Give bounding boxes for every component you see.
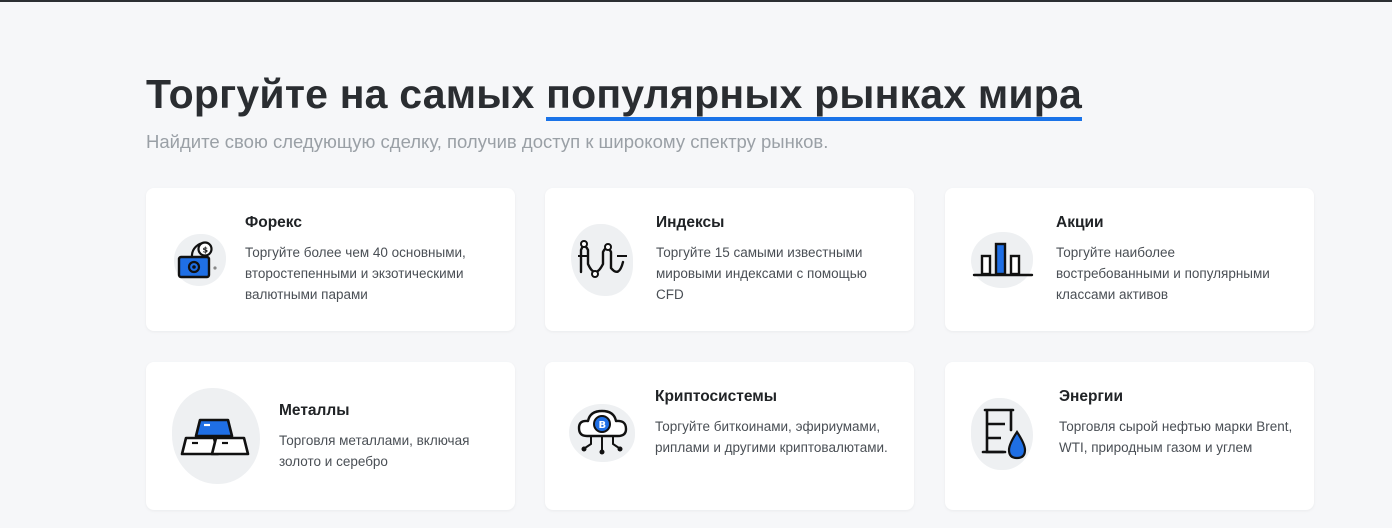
markets-section: Торгуйте на самых популярных рынках мира… [0,0,1392,528]
market-card-forex[interactable]: $ Форекс Торгуйте более чем 40 основными… [146,188,515,331]
money-cash-icon: $ [177,241,217,279]
card-title: Криптосистемы [655,388,777,405]
bar-chart-icon [972,242,1034,277]
svg-text:$: $ [203,246,209,255]
svg-text:B: B [599,420,607,431]
title-highlight: популярных рынках мира [546,71,1083,121]
card-title: Индексы [656,214,725,231]
market-card-indices[interactable]: Индексы Торгуйте 15 самыми известными ми… [545,188,914,331]
crypto-cloud-icon: B [577,409,628,455]
card-description: Торгуйте 15 самыми известными мировыми и… [656,245,867,302]
market-card-crypto[interactable]: B Криптосистемы Торгуйте биткоинами, эфи… [545,362,914,510]
oil-barrel-icon [981,408,1027,460]
card-title: Форекс [245,214,302,231]
index-chart-icon [578,240,627,278]
gold-bars-icon [180,418,250,456]
market-card-metals[interactable]: Металлы Торговля металлами, включая золо… [146,362,515,510]
card-description: Торгуйте биткоинами, эфириумами, риплами… [655,419,888,455]
card-title: Акции [1056,214,1104,231]
card-description: Торговля сырой нефтью марки Brent, WTI, … [1059,419,1293,455]
market-card-stocks[interactable]: Акции Торгуйте наиболее востребованными … [945,188,1314,331]
card-description: Торгуйте более чем 40 основными, второст… [245,245,466,302]
page-subtitle: Найдите свою следующую сделку, получив д… [146,131,829,152]
card-description: Торгуйте наиболее востребованными и попу… [1056,245,1270,302]
card-title: Энергии [1059,388,1123,405]
market-card-energy[interactable]: Энергии Торговля сырой нефтью марки Bren… [945,362,1314,510]
title-prefix: Торгуйте на самых [146,71,547,117]
card-description: Торговля металлами, включая золото и сер… [279,433,470,469]
page-title: Торгуйте на самых популярных рынках мира [146,68,1083,121]
card-title: Металлы [279,402,350,419]
